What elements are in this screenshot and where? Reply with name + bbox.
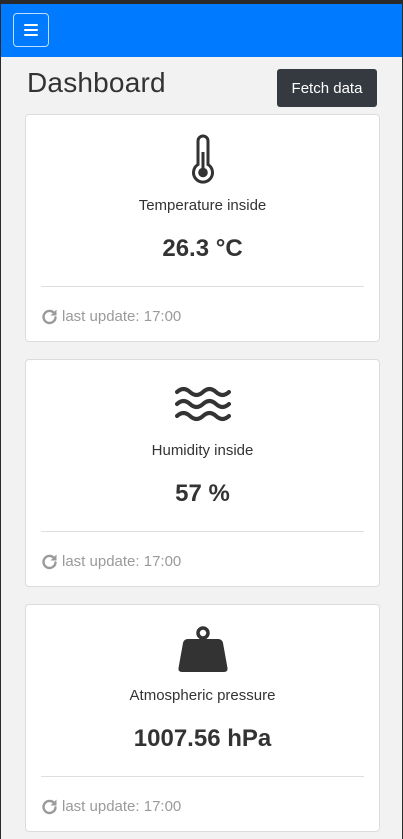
waves-icon (26, 378, 379, 430)
humidity-card: Humidity inside 57 % last update: 17:00 (25, 359, 380, 587)
page-header: Dashboard Fetch data (1, 57, 402, 113)
last-update-text: last update: 17:00 (62, 553, 182, 570)
temperature-card: Temperature inside 26.3 °C last update: … (25, 114, 380, 342)
card-label: Atmospheric pressure (129, 687, 276, 704)
card-value: 1007.56 hPa (133, 725, 272, 752)
sensor-cards: Temperature inside 26.3 °C last update: … (25, 114, 380, 839)
card-value: 57 % (175, 480, 230, 507)
page-title: Dashboard (27, 67, 166, 98)
hamburger-menu-icon (24, 24, 38, 36)
divider (41, 531, 364, 532)
last-update: last update: 17:00 (41, 798, 181, 815)
navbar (1, 4, 402, 57)
divider (41, 286, 364, 287)
thermometer-icon (26, 133, 379, 185)
refresh-icon (41, 553, 58, 570)
fetch-data-button[interactable]: Fetch data (277, 69, 377, 107)
last-update-text: last update: 17:00 (62, 308, 182, 325)
menu-toggle-button[interactable] (13, 13, 49, 47)
refresh-icon (41, 308, 58, 325)
last-update-text: last update: 17:00 (62, 798, 182, 815)
last-update: last update: 17:00 (41, 553, 181, 570)
app-frame: Dashboard Fetch data Temperature inside … (0, 0, 403, 839)
last-update: last update: 17:00 (41, 308, 181, 325)
card-value: 26.3 °C (162, 235, 243, 262)
divider (41, 776, 364, 777)
card-label: Humidity inside (151, 442, 254, 459)
pressure-card: Atmospheric pressure 1007.56 hPa last up… (25, 604, 380, 832)
card-label: Temperature inside (138, 197, 267, 214)
refresh-icon (41, 798, 58, 815)
weight-icon (26, 623, 379, 675)
